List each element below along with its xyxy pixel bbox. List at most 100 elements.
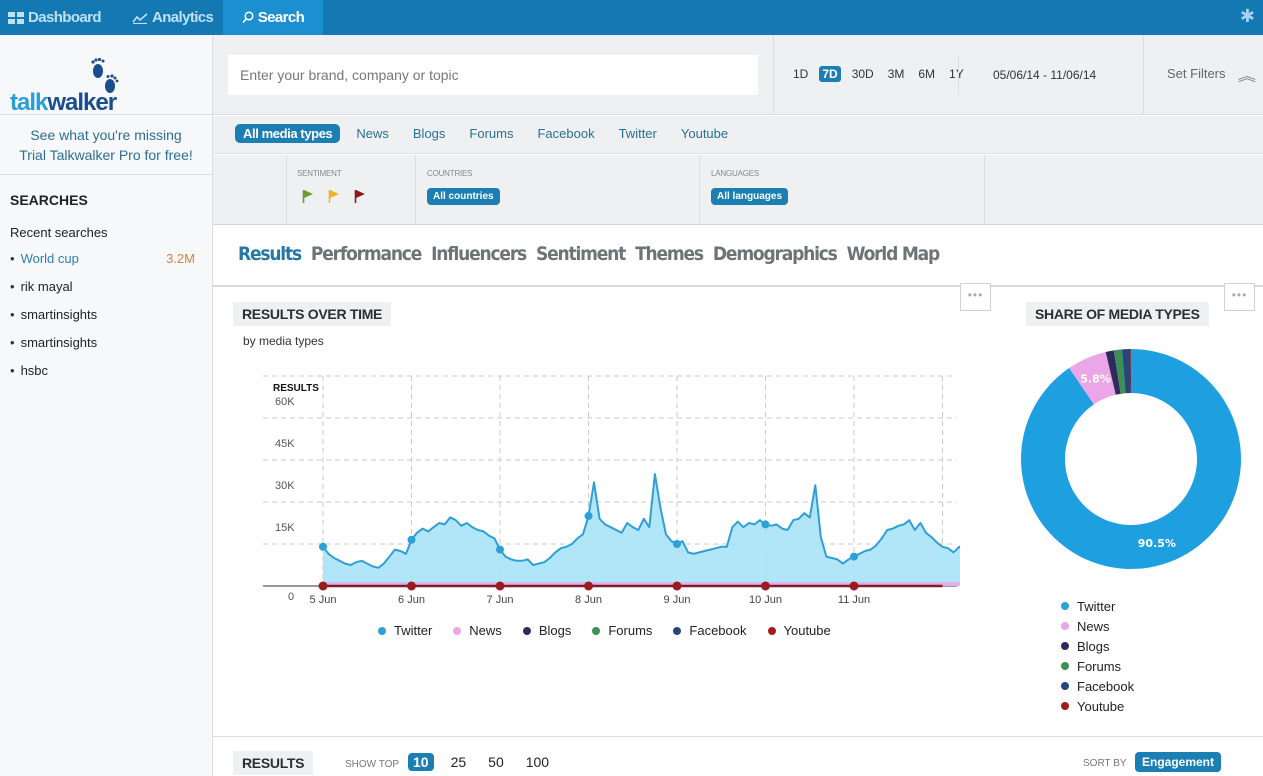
recent-search-item[interactable]: rik mayal bbox=[10, 277, 195, 305]
legend-item-facebook[interactable]: Facebook bbox=[1061, 678, 1134, 694]
legend-label: Facebook bbox=[689, 623, 747, 638]
range-3m[interactable]: 3M bbox=[885, 66, 908, 82]
legend-label: Forums bbox=[608, 623, 653, 638]
legend-item-forums[interactable]: Forums bbox=[1061, 658, 1134, 674]
top-nav: Dashboard Analytics Search ✱ bbox=[0, 0, 1263, 35]
countries-label: COUNTRIES bbox=[427, 169, 473, 178]
recent-search-item[interactable]: hsbc bbox=[10, 361, 195, 389]
show-top-10[interactable]: 10 bbox=[408, 753, 434, 771]
recent-search-item[interactable]: smartinsights bbox=[10, 305, 195, 333]
languages-filter[interactable]: All languages bbox=[711, 188, 789, 205]
tab-sentiment[interactable]: Sentiment bbox=[536, 243, 626, 265]
twitter-marker bbox=[850, 552, 858, 561]
recent-search-item[interactable]: World cup 3.2M bbox=[10, 249, 195, 277]
neutral-flag-icon[interactable] bbox=[328, 189, 340, 203]
legend-item-blogs[interactable]: Blogs bbox=[1061, 638, 1134, 654]
range-1d[interactable]: 1D bbox=[790, 66, 811, 82]
media-tab-twitter[interactable]: Twitter bbox=[611, 124, 665, 143]
results-over-time-legend: Twitter News Blogs Forums Facebook Youtube bbox=[378, 623, 831, 638]
share-of-media-more-button[interactable]: ••• bbox=[1224, 283, 1255, 311]
logo-text-talk: talk bbox=[10, 89, 48, 116]
gear-icon[interactable]: ✱ bbox=[1240, 6, 1255, 27]
legend-item-forums[interactable]: Forums bbox=[592, 623, 652, 638]
legend-item-news[interactable]: News bbox=[453, 623, 502, 638]
legend-label: News bbox=[469, 623, 502, 638]
filter-bar: SENTIMENT COUNTRIES All countries LANGUA… bbox=[213, 155, 1263, 225]
legend-item-twitter[interactable]: Twitter bbox=[1061, 598, 1134, 614]
youtube-marker bbox=[761, 581, 770, 591]
legend-item-twitter[interactable]: Twitter bbox=[378, 623, 432, 638]
talkwalker-logo[interactable]: talkwalker bbox=[10, 57, 210, 117]
countries-filter[interactable]: All countries bbox=[427, 188, 500, 205]
legend-dot-icon bbox=[522, 626, 531, 635]
legend-item-news[interactable]: News bbox=[1061, 618, 1134, 634]
share-of-media-donut-chart: 90.5% 5.8% bbox=[1021, 349, 1241, 569]
divider bbox=[0, 174, 212, 175]
show-top-100[interactable]: 100 bbox=[521, 753, 554, 771]
legend-dot-icon bbox=[453, 626, 462, 635]
media-tab-forums[interactable]: Forums bbox=[461, 124, 521, 143]
legend-label: News bbox=[1077, 618, 1110, 634]
divider bbox=[286, 155, 287, 225]
legend-item-youtube[interactable]: Youtube bbox=[767, 623, 831, 638]
twitter-marker bbox=[496, 545, 504, 554]
negative-flag-icon[interactable] bbox=[354, 189, 366, 203]
nav-tab-label: Analytics bbox=[152, 8, 214, 26]
range-1y[interactable]: 1Y bbox=[946, 66, 967, 82]
positive-flag-icon[interactable] bbox=[302, 189, 314, 203]
search-input[interactable] bbox=[228, 55, 758, 95]
youtube-marker bbox=[849, 581, 859, 591]
legend-dot-icon bbox=[767, 626, 776, 635]
donut-label: 90.5% bbox=[1138, 537, 1176, 550]
nav-tab-search[interactable]: Search bbox=[223, 0, 323, 35]
recent-search-item[interactable]: smartinsights bbox=[10, 333, 195, 361]
line-chart-icon bbox=[132, 12, 148, 24]
results-over-time-more-button[interactable]: ••• bbox=[960, 283, 991, 311]
media-type-bar: All media types News Blogs Forums Facebo… bbox=[213, 116, 1263, 154]
results-over-time-chart: RESULTS 0 15K 30K 45K 60K 5 Jun 6 Jun 7 Jun 8 J… bbox=[263, 375, 960, 606]
x-tick-label: 8 Jun bbox=[575, 594, 602, 606]
searches-heading: SEARCHES bbox=[10, 192, 88, 208]
grid-icon bbox=[8, 11, 24, 24]
media-tab-blogs[interactable]: Blogs bbox=[405, 124, 454, 143]
x-tick-label: 5 Jun bbox=[310, 594, 337, 606]
legend-item-facebook[interactable]: Facebook bbox=[673, 623, 747, 638]
y-tick-label: 60K bbox=[275, 396, 295, 408]
tab-influencers[interactable]: Influencers bbox=[431, 243, 527, 265]
media-tab-news[interactable]: News bbox=[348, 124, 397, 143]
media-tab-all[interactable]: All media types bbox=[235, 124, 341, 143]
date-range-picker[interactable]: 05/06/14 - 11/06/14 bbox=[993, 68, 1096, 82]
set-filters-button[interactable]: Set Filters ︽ bbox=[1167, 66, 1256, 86]
recent-search-label: hsbc bbox=[10, 361, 48, 389]
tab-results[interactable]: Results bbox=[238, 243, 302, 265]
legend-dot-icon bbox=[1061, 682, 1069, 690]
range-7d[interactable]: 7D bbox=[819, 66, 841, 82]
range-6m[interactable]: 6M bbox=[915, 66, 938, 82]
sort-by-dropdown[interactable]: Engagement bbox=[1135, 752, 1222, 772]
show-top-50[interactable]: 50 bbox=[483, 753, 509, 771]
nav-tab-dashboard[interactable]: Dashboard bbox=[8, 0, 102, 35]
nav-tab-analytics[interactable]: Analytics bbox=[132, 0, 214, 35]
range-30d[interactable]: 30D bbox=[849, 66, 877, 82]
sidebar: talkwalker See what you're missing Trial… bbox=[0, 35, 213, 776]
x-tick-label: 7 Jun bbox=[487, 594, 514, 606]
tab-performance[interactable]: Performance bbox=[311, 243, 422, 265]
media-tab-youtube[interactable]: Youtube bbox=[673, 124, 736, 143]
recent-searches-list: World cup 3.2M rik mayal smartinsights sm… bbox=[10, 249, 195, 389]
x-tick-label: 6 Jun bbox=[398, 594, 425, 606]
tab-themes[interactable]: Themes bbox=[635, 243, 704, 265]
legend-label: Blogs bbox=[1077, 638, 1110, 654]
tab-world-map[interactable]: World Map bbox=[847, 243, 941, 265]
sort-by-label: SORT BY bbox=[1083, 758, 1127, 769]
media-tab-facebook[interactable]: Facebook bbox=[529, 124, 602, 143]
promo-line-1: See what you're missing bbox=[30, 127, 182, 143]
promo-link[interactable]: See what you're missing Trial Talkwalker… bbox=[0, 125, 212, 165]
media-type-tabs: All media types News Blogs Forums Facebo… bbox=[235, 124, 736, 143]
tab-demographics[interactable]: Demographics bbox=[713, 243, 838, 265]
recent-search-count: 3.2M bbox=[166, 251, 195, 266]
sentiment-label: SENTIMENT bbox=[297, 169, 342, 178]
show-top-25[interactable]: 25 bbox=[446, 753, 472, 771]
legend-item-blogs[interactable]: Blogs bbox=[522, 623, 571, 638]
divider bbox=[213, 736, 1263, 737]
legend-item-youtube[interactable]: Youtube bbox=[1061, 698, 1134, 714]
